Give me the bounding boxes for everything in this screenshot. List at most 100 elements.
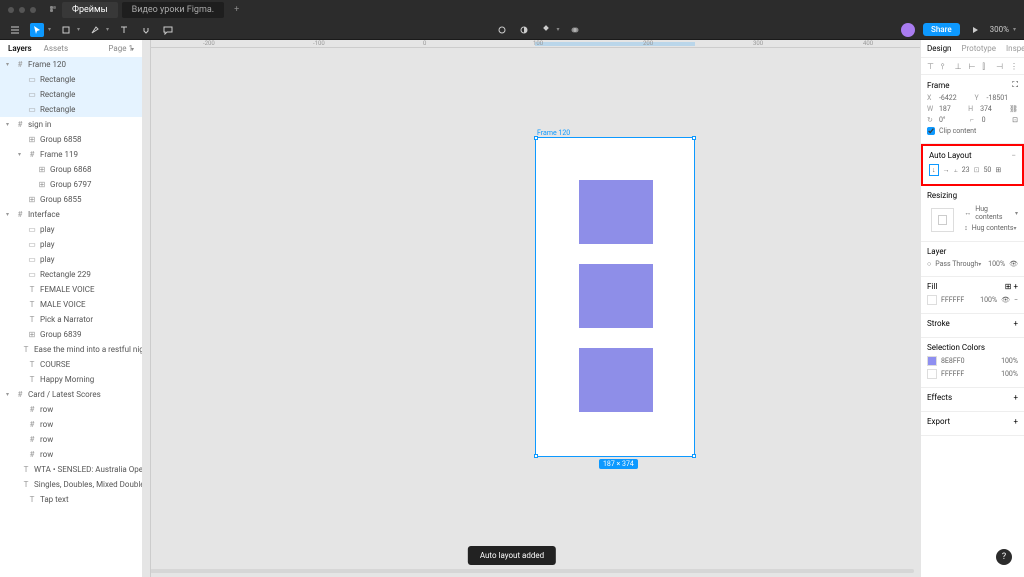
layer-item[interactable]: TEase the mind into a restful night's sl… [0,342,142,357]
layer-item[interactable]: #row [0,402,142,417]
clip-content-checkbox[interactable] [927,127,935,135]
fill-hex[interactable]: FFFFFF [941,296,964,304]
hand-tool[interactable] [139,23,153,37]
layer-item[interactable]: ▾#Frame 120 [0,57,142,72]
layer-item[interactable]: ▾#Card / Latest Scores [0,387,142,402]
canvas[interactable]: -200 -100 0 100 200 300 400 Frame 120 18… [143,40,920,577]
radius-input[interactable]: 0 [982,116,1009,124]
design-tab[interactable]: Design [927,44,951,53]
layer-item[interactable]: ▭play [0,252,142,267]
layer-item[interactable]: ⊞Group 6858 [0,132,142,147]
visibility-icon[interactable]: 👁 [1009,260,1018,268]
horizontal-scrollbar[interactable] [150,569,914,573]
layer-item[interactable]: ⊞Group 6868 [0,162,142,177]
user-avatar[interactable] [901,23,915,37]
layer-item[interactable]: ⊞Group 6839 [0,327,142,342]
y-input[interactable]: -18501 [987,94,1019,102]
resize-handle-tr[interactable] [692,136,696,140]
layer-item[interactable]: ⊞Group 6855 [0,192,142,207]
mask-icon[interactable] [568,23,582,37]
resize-handle-bl[interactable] [534,454,538,458]
frame-tool[interactable] [59,23,73,37]
layer-item[interactable]: TWTA • SENSLED: Australia Open, hard [0,462,142,477]
layer-item[interactable]: ▭Rectangle [0,102,142,117]
h-input[interactable]: 374 [980,105,1005,113]
alignment-controls[interactable]: ⊤⫯⊥⊢⫿⊣⋮ [921,58,1024,75]
layer-item[interactable]: THappy Morning [0,372,142,387]
padding-input[interactable]: 50 [984,166,992,174]
direction-vertical-icon[interactable]: ↓ [929,164,939,176]
view-icon[interactable] [495,23,509,37]
layer-item[interactable]: ⊞Group 6797 [0,177,142,192]
text-tool[interactable] [117,23,131,37]
inspect-tab[interactable]: Inspect [1006,44,1024,53]
fill-opacity[interactable]: 100% [980,296,997,304]
horiz-resize[interactable]: Hug contents [975,205,1015,221]
sel-color-1-swatch[interactable] [927,356,937,366]
menu-button[interactable] [8,23,22,37]
layer-opacity[interactable]: 100% [988,260,1005,268]
resize-constraint-box[interactable] [931,208,954,232]
help-button[interactable]: ? [996,549,1012,565]
fill-swatch[interactable] [927,295,937,305]
direction-horizontal-icon[interactable]: → [943,166,950,174]
window-controls[interactable] [8,7,36,13]
layer-item[interactable]: ▭Rectangle [0,72,142,87]
page-selector[interactable]: Page 1 ▾ [108,44,134,53]
layer-item[interactable]: #row [0,417,142,432]
layer-item[interactable]: #row [0,447,142,462]
add-export-icon[interactable]: + [1013,417,1018,426]
blend-mode[interactable]: Pass Through [935,260,978,268]
spacing-input[interactable]: 23 [962,166,970,174]
layer-item[interactable]: ▭play [0,222,142,237]
add-effect-icon[interactable]: + [1013,393,1018,402]
x-input[interactable]: -6422 [939,94,971,102]
move-tool[interactable] [30,23,44,37]
resize-handle-tl[interactable] [534,136,538,140]
alignment-grid-icon[interactable]: ⊞ [995,166,1001,174]
w-input[interactable]: 187 [939,105,964,113]
layer-item[interactable]: #row [0,432,142,447]
layers-list[interactable]: ▾#Frame 120▭Rectangle▭Rectangle▭Rectangl… [0,57,142,577]
tidy-icon[interactable]: ⛶ [1012,80,1018,90]
zoom-level[interactable]: 300% [990,25,1009,34]
canvas-rect-1[interactable] [579,180,653,244]
frame-label[interactable]: Frame 120 [537,129,570,137]
layer-item[interactable]: TTap text [0,492,142,507]
resize-handle-br[interactable] [692,454,696,458]
layer-item[interactable]: ▭Rectangle [0,87,142,102]
layer-item[interactable]: TCOURSE [0,357,142,372]
canvas-rect-2[interactable] [579,264,653,328]
add-stroke-icon[interactable]: + [1013,319,1018,328]
layer-item[interactable]: TSingles, Doubles, Mixed Doubles [0,477,142,492]
figma-logo-icon[interactable] [48,5,58,15]
contrast-icon[interactable] [517,23,531,37]
layer-item[interactable]: ▭play [0,237,142,252]
tab-active[interactable]: Фреймы [62,2,118,18]
canvas-rect-3[interactable] [579,348,653,412]
style-icon[interactable]: ⊞ [1005,282,1012,291]
vert-resize[interactable]: Hug contents [972,224,1014,232]
constrain-icon[interactable]: ⛓ [1009,105,1018,113]
tab-other[interactable]: Видео уроки Figma. [122,2,225,18]
corners-icon[interactable]: ⊡ [1012,116,1018,124]
rotation-input[interactable]: 0° [939,116,966,124]
assets-tab[interactable]: Assets [44,44,68,53]
fill-visibility-icon[interactable]: 👁 [1001,296,1010,304]
share-button[interactable]: Share [923,23,960,36]
present-button[interactable] [968,23,982,37]
layer-item[interactable]: ▭Rectangle 229 [0,267,142,282]
selected-frame[interactable] [535,137,695,457]
sel-color-2-swatch[interactable] [927,369,937,379]
layer-item[interactable]: TPick a Narrator [0,312,142,327]
remove-fill-icon[interactable]: − [1014,296,1018,304]
tab-add-button[interactable]: + [228,5,245,15]
layer-item[interactable]: TFEMALE VOICE [0,282,142,297]
pen-tool[interactable] [88,23,102,37]
layer-item[interactable]: ▾#sign in [0,117,142,132]
layer-item[interactable]: TMALE VOICE [0,297,142,312]
layer-item[interactable]: ▾#Frame 119 [0,147,142,162]
remove-autolayout-icon[interactable]: − [1011,151,1016,160]
add-fill-icon[interactable]: + [1013,282,1018,291]
layer-item[interactable]: ▾#Interface [0,207,142,222]
